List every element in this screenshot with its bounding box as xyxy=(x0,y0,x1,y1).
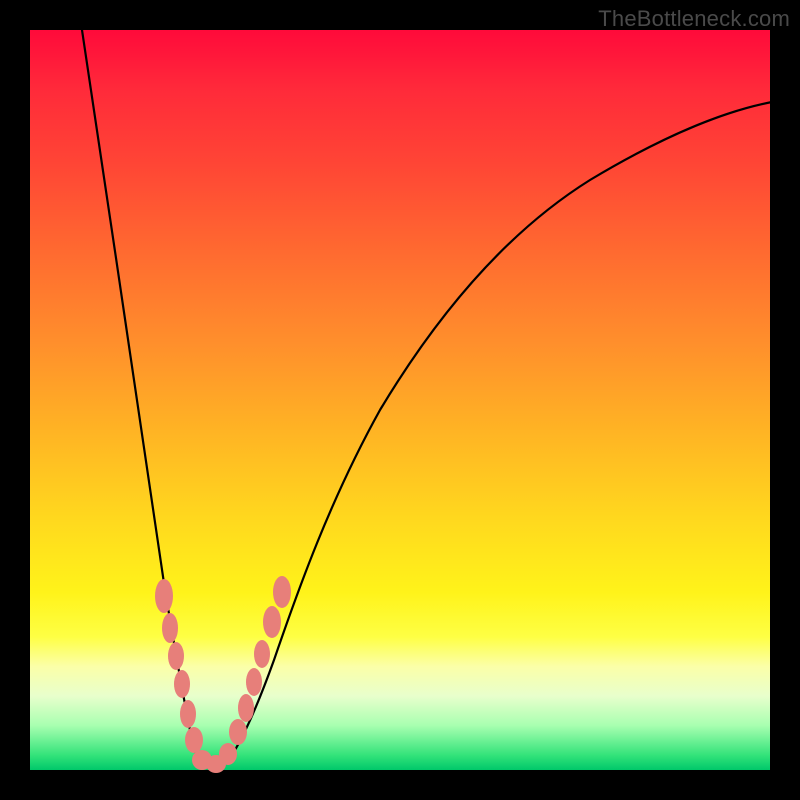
chart-frame: TheBottleneck.com xyxy=(0,0,800,800)
bead xyxy=(238,694,254,722)
bead xyxy=(180,700,196,728)
mismatch-curve xyxy=(30,30,770,770)
watermark-text: TheBottleneck.com xyxy=(598,6,790,32)
bead xyxy=(273,576,291,608)
bead xyxy=(219,743,237,765)
curve-right-branch xyxy=(200,102,772,768)
bead xyxy=(174,670,190,698)
bead xyxy=(246,668,262,696)
bead xyxy=(168,642,184,670)
bead xyxy=(263,606,281,638)
plot-area xyxy=(30,30,770,770)
bead xyxy=(185,727,203,753)
curve-left-branch xyxy=(82,30,216,767)
bead xyxy=(229,719,247,745)
bead xyxy=(162,613,178,643)
bead xyxy=(155,579,173,613)
sample-beads xyxy=(155,576,291,773)
bead xyxy=(254,640,270,668)
